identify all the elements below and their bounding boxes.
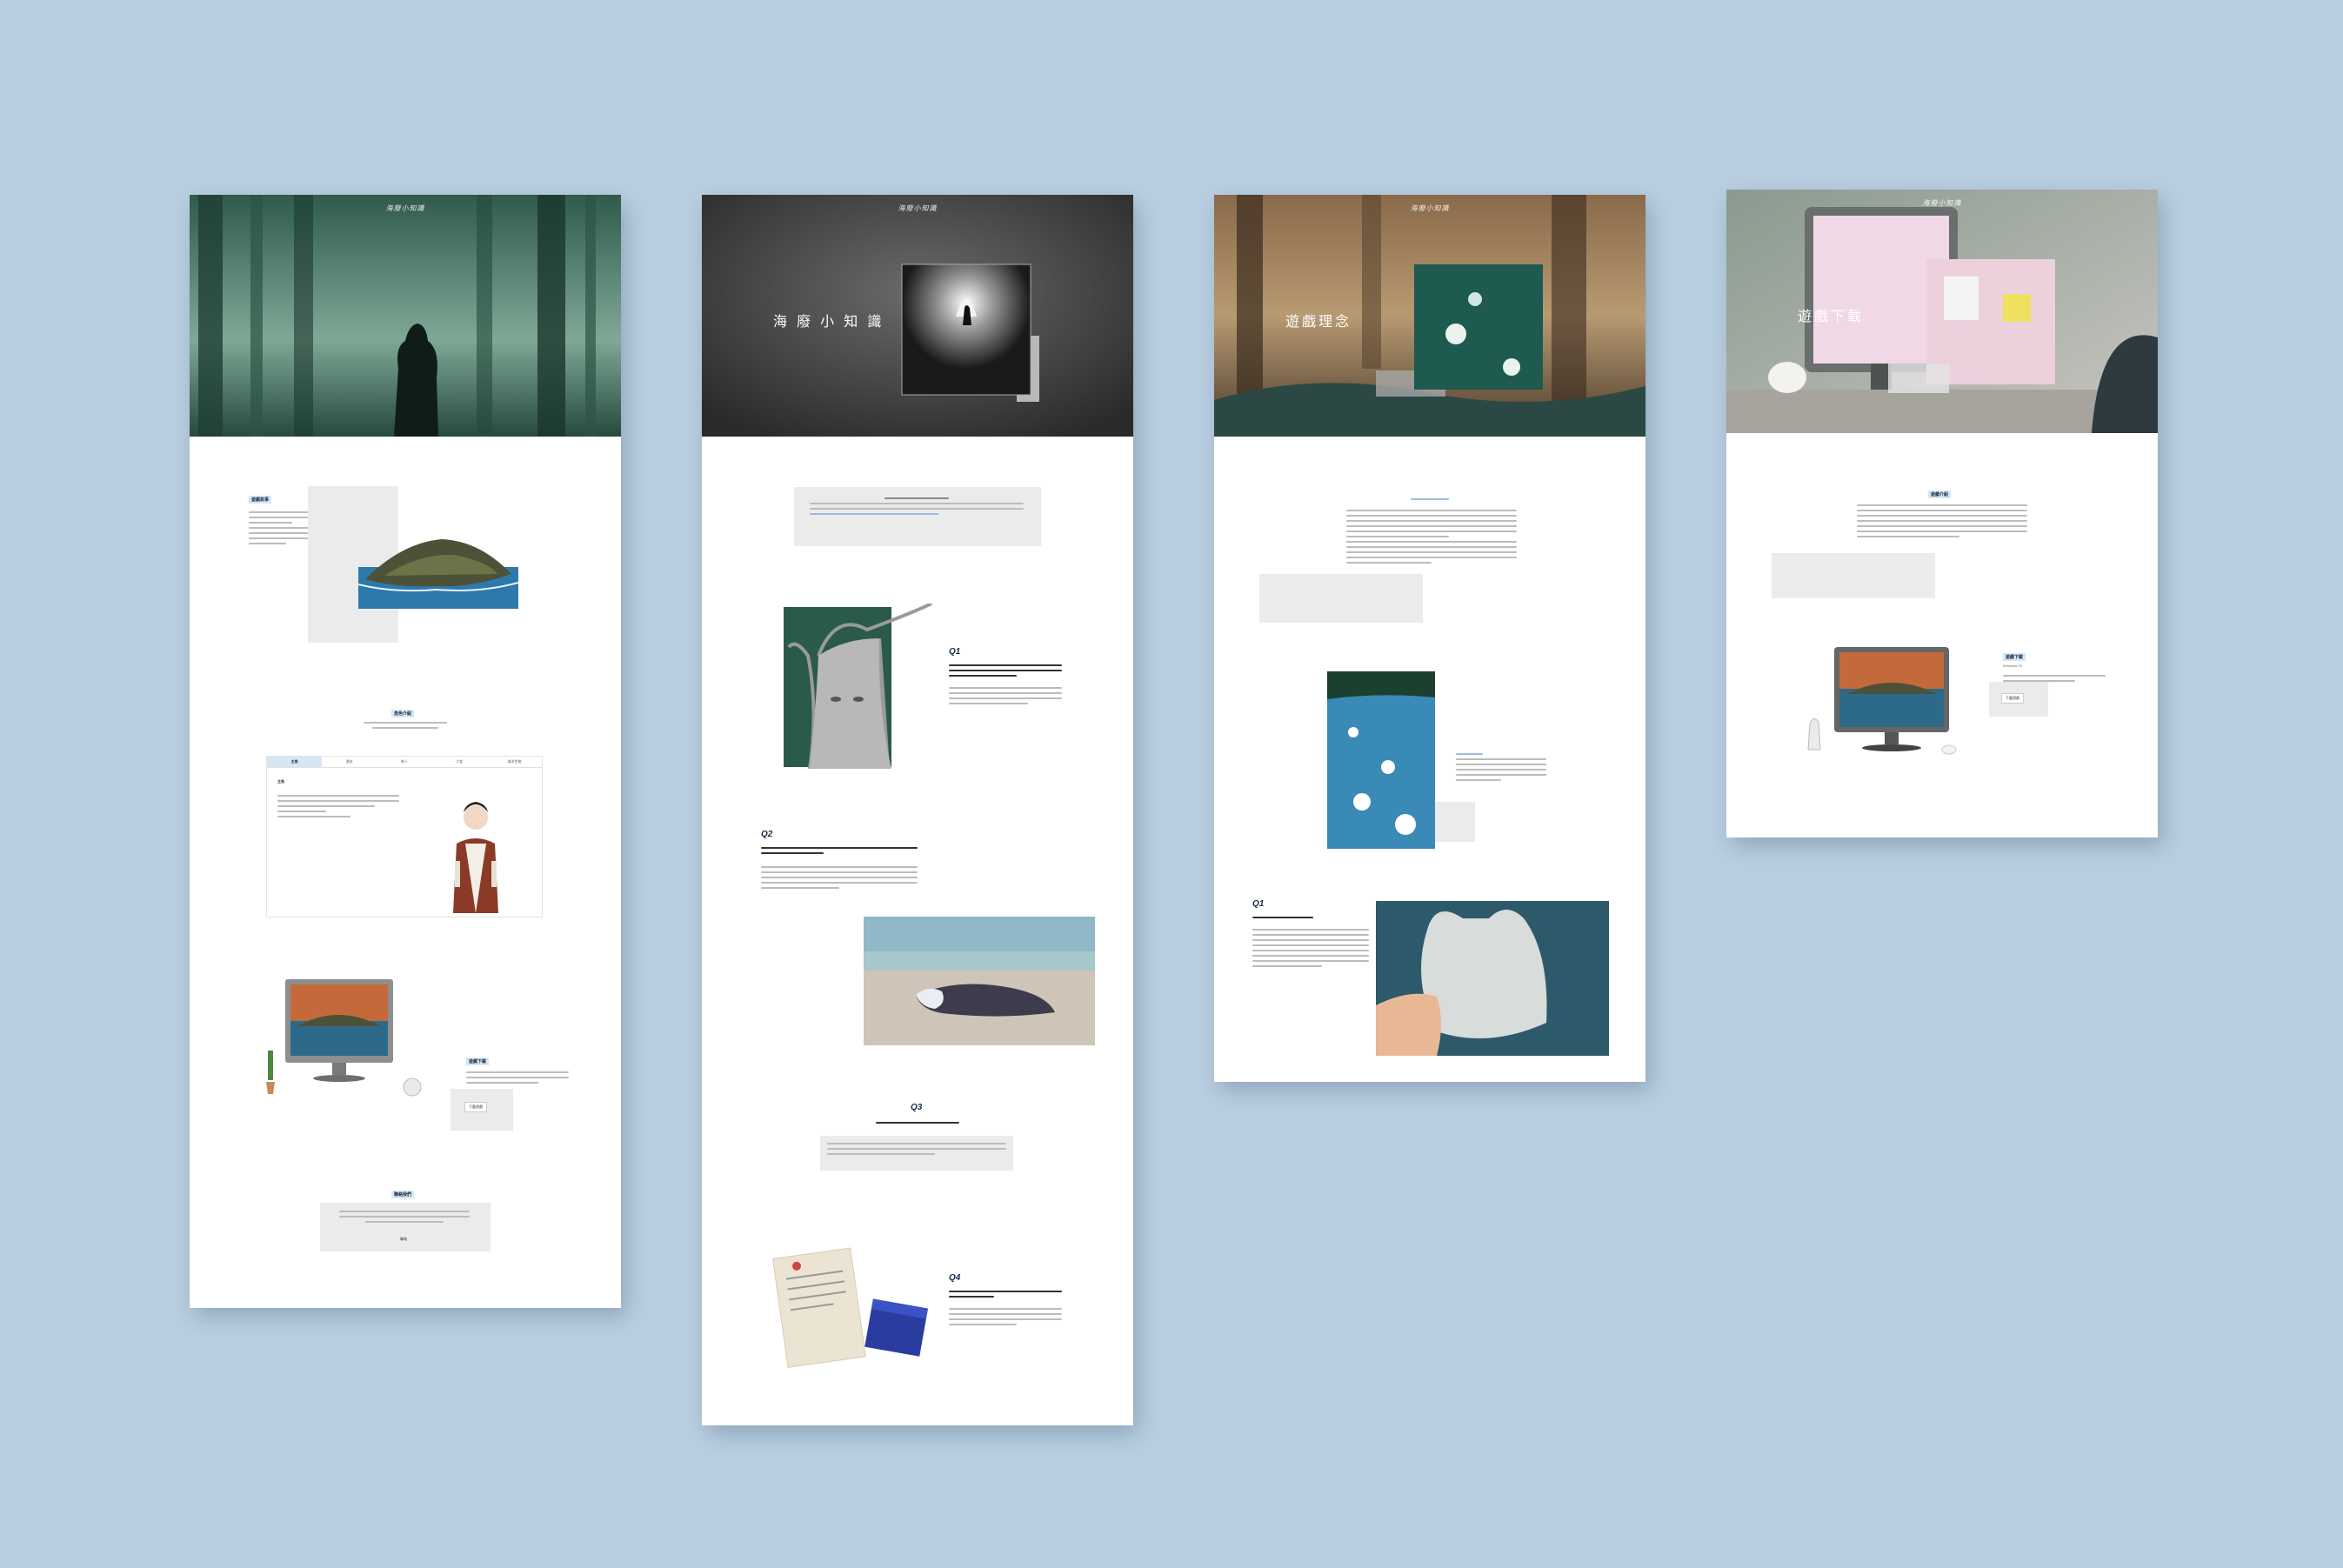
page-concept: 海廢小知識 遊戲理念 Q1 [1214, 195, 1645, 1082]
q1-title [949, 661, 1062, 680]
tab-fisherman[interactable]: 漁夫 [322, 757, 377, 767]
question-label: Q1 [1252, 899, 1265, 909]
q4-title [949, 1287, 1062, 1301]
download-text [466, 1068, 569, 1087]
version-label: Windows 10 [2003, 664, 2022, 668]
contact-button[interactable]: 聯絡 [397, 1235, 411, 1244]
q2-answer [761, 863, 918, 892]
beach-illustration [864, 917, 1095, 1045]
story-text [249, 508, 311, 548]
character-card: 主角 漁夫 老人 少女 海洋生物 主角 [266, 756, 543, 917]
computer-illustration [266, 979, 422, 1097]
tab-girl[interactable]: 少女 [432, 757, 487, 767]
hero-title: 海 廢 小 知 識 [773, 313, 884, 330]
hero-desk-illustration [1726, 190, 2158, 433]
concept-panel [1259, 574, 1423, 623]
site-logo[interactable]: 海廢小知識 [1411, 204, 1450, 213]
q4-answer [949, 1304, 1062, 1329]
tab-elder[interactable]: 老人 [377, 757, 431, 767]
q1-title [1252, 913, 1313, 922]
question-label: Q2 [761, 830, 773, 839]
q3-answer [827, 1139, 1006, 1158]
page-download: 海廢小知識 遊戲下載 遊戲介紹 遊戲下載 Windows 10 下載遊戲 [1726, 190, 2158, 837]
page-home: 海廢小知識 遊戲故事 角色介紹 主角 漁夫 老人 少女 海洋生物 主角 遊戲下載… [190, 195, 621, 1308]
site-logo[interactable]: 海廢小知識 [898, 204, 938, 213]
intro-text [810, 494, 1024, 518]
download-button[interactable]: 下載遊戲 [464, 1102, 487, 1112]
tab-sea-creatures[interactable]: 海洋生物 [487, 757, 542, 767]
computer-illustration [1807, 647, 1957, 755]
hero-cave-illustration [1214, 195, 1645, 437]
site-logo[interactable]: 海廢小知識 [386, 204, 425, 213]
game-intro-heading: 遊戲介紹 [1928, 490, 1952, 498]
hero-banner: 海廢小知識 遊戲理念 [1214, 195, 1645, 437]
q3-title [876, 1118, 959, 1127]
plastic-bag-illustration [1376, 901, 1609, 1056]
site-logo[interactable]: 海廢小知識 [1923, 198, 1962, 208]
hero-banner: 海廢小知識 [190, 195, 621, 437]
character-description [277, 791, 399, 821]
tree-illustration [784, 604, 932, 769]
tab-protagonist[interactable]: 主角 [267, 757, 323, 767]
game-intro-text [1857, 501, 2027, 541]
concept-text [1346, 506, 1517, 567]
contact-heading: 聯絡我們 [391, 1191, 415, 1198]
question-label: Q1 [949, 647, 961, 657]
character-name: 主角 [277, 779, 284, 784]
hero-forest-illustration [190, 195, 621, 437]
contact-text [339, 1207, 470, 1226]
hero-banner: 海廢小知識 遊戲下載 [1726, 190, 2158, 433]
characters-heading: 角色介紹 [391, 710, 415, 717]
story-heading: 遊戲故事 [249, 496, 272, 504]
hero-banner: 海廢小知識 海 廢 小 知 識 [702, 195, 1133, 437]
hero-title: 遊戲理念 [1285, 313, 1352, 330]
page-knowledge: 海廢小知識 海 廢 小 知 識 Q1 Q2 Q3 Q4 [702, 195, 1133, 1425]
island-illustration [358, 539, 518, 609]
game-intro-panel [1772, 553, 1935, 598]
question-label: Q4 [949, 1273, 961, 1283]
q1-answer [949, 684, 1062, 708]
q2-title [761, 844, 918, 857]
characters-intro [364, 718, 447, 732]
bubbles-text [1456, 750, 1546, 784]
character-portrait [453, 802, 498, 913]
download-heading: 遊戲下載 [466, 1058, 490, 1065]
q1-answer [1252, 925, 1369, 971]
certificate-illustration [772, 1247, 928, 1368]
download-heading: 遊戲下載 [2003, 653, 2026, 661]
concept-heading [1411, 495, 1449, 504]
hero-tunnel-illustration [702, 195, 1133, 437]
character-tabs: 主角 漁夫 老人 少女 海洋生物 [267, 757, 542, 768]
question-label: Q3 [911, 1103, 923, 1112]
hero-title: 遊戲下載 [1798, 308, 1865, 324]
download-button[interactable]: 下載遊戲 [2001, 693, 2024, 704]
